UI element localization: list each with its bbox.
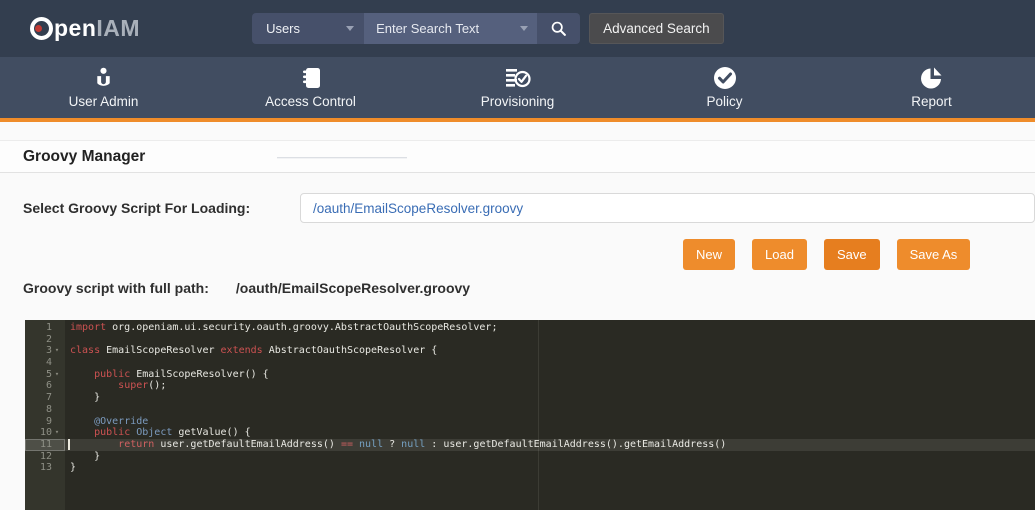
code-line-9[interactable]: 9 @Override (25, 416, 1035, 428)
editor-lines: 1import org.openiam.ui.security.oauth.gr… (25, 320, 1035, 474)
binder-icon (299, 66, 323, 90)
search-icon (550, 20, 567, 37)
line-number: 6 (25, 380, 65, 392)
code-fold-icon[interactable]: ▾ (52, 345, 62, 357)
code-line-1[interactable]: 1import org.openiam.ui.security.oauth.gr… (25, 322, 1035, 334)
code-text: import org.openiam.ui.security.oauth.gro… (65, 322, 497, 334)
nav-item-label: Policy (706, 94, 742, 109)
line-number: 13 (25, 462, 65, 474)
code-text: public EmailScopeResolver() { (65, 369, 269, 381)
script-path-input[interactable] (300, 193, 1035, 223)
search-input-wrap (364, 13, 537, 44)
code-line-13[interactable]: 13} (25, 462, 1035, 474)
text-cursor (68, 439, 70, 450)
line-number: 5▾ (25, 369, 65, 381)
code-line-12[interactable]: 12 } (25, 451, 1035, 463)
pie-chart-icon (920, 66, 944, 90)
code-line-5[interactable]: 5▾ public EmailScopeResolver() { (25, 369, 1035, 381)
nav-item-report[interactable]: Report (828, 57, 1035, 118)
full-path-row: Groovy script with full path: /oauth/Ema… (23, 280, 470, 296)
advanced-search-button[interactable]: Advanced Search (589, 13, 724, 44)
nav-item-label: Report (911, 94, 952, 109)
search-category-select[interactable]: Users (252, 13, 364, 44)
code-line-7[interactable]: 7 } (25, 392, 1035, 404)
nav-item-provisioning[interactable]: Provisioning (414, 57, 621, 118)
code-line-4[interactable]: 4 (25, 357, 1035, 369)
line-number: 12 (25, 451, 65, 463)
openiam-logo[interactable]: penIAM (30, 15, 140, 42)
title-band: Groovy Manager (0, 140, 1035, 173)
user-icon (93, 66, 114, 90)
code-fold-icon[interactable]: ▾ (52, 369, 62, 381)
nav-item-access-control[interactable]: Access Control (207, 57, 414, 118)
line-number: 9 (25, 416, 65, 428)
line-number: 1 (25, 322, 65, 334)
code-text (65, 357, 70, 369)
code-text: class EmailScopeResolver extends Abstrac… (65, 345, 437, 357)
code-text (65, 334, 70, 346)
chevron-down-icon[interactable] (520, 26, 528, 31)
select-script-label: Select Groovy Script For Loading: (23, 200, 250, 216)
code-text: @Override (65, 416, 148, 428)
main-nav: User Admin Access Control Provisioning Poli… (0, 57, 1035, 122)
nav-item-user-admin[interactable]: User Admin (0, 57, 207, 118)
groovy-code-editor[interactable]: 1import org.openiam.ui.security.oauth.gr… (25, 320, 1035, 510)
logo-text: penIAM (54, 15, 140, 42)
full-path-value: /oauth/EmailScopeResolver.groovy (236, 280, 470, 296)
line-number: 8 (25, 404, 65, 416)
code-text: } (65, 451, 100, 463)
code-line-6[interactable]: 6 super(); (25, 380, 1035, 392)
line-number: 11 (25, 439, 65, 451)
code-text (65, 404, 70, 416)
global-search-group: Users (252, 13, 580, 44)
save-as-button[interactable]: Save As (897, 239, 971, 270)
code-line-10[interactable]: 10▾ public Object getValue() { (25, 427, 1035, 439)
nav-item-label: Provisioning (481, 94, 555, 109)
code-text: } (65, 392, 100, 404)
line-number: 4 (25, 357, 65, 369)
list-check-icon (505, 66, 531, 90)
script-actions: New Load Save Save As (683, 239, 970, 270)
line-number: 2 (25, 334, 65, 346)
code-text: public Object getValue() { (65, 427, 251, 439)
top-bar: penIAM Users Advanced Search (0, 0, 1035, 57)
full-path-label: Groovy script with full path: (23, 280, 209, 296)
check-circle-icon (713, 66, 737, 90)
search-input[interactable] (376, 21, 496, 36)
code-line-2[interactable]: 2 (25, 334, 1035, 346)
line-number: 10▾ (25, 427, 65, 439)
search-button[interactable] (537, 13, 580, 44)
title-divider (277, 157, 407, 159)
load-button[interactable]: Load (752, 239, 807, 270)
line-number: 3▾ (25, 345, 65, 357)
nav-item-label: User Admin (69, 94, 139, 109)
new-button[interactable]: New (683, 239, 735, 270)
code-text: } (65, 462, 76, 474)
active-line-highlight (65, 439, 1035, 451)
code-text: super(); (65, 380, 166, 392)
code-line-11[interactable]: 11 return user.getDefaultEmailAddress() … (25, 439, 1035, 451)
nav-item-policy[interactable]: Policy (621, 57, 828, 118)
chevron-down-icon (346, 26, 354, 31)
line-number: 7 (25, 392, 65, 404)
code-line-8[interactable]: 8 (25, 404, 1035, 416)
search-category-value: Users (266, 21, 300, 36)
code-fold-icon[interactable]: ▾ (52, 427, 62, 439)
page-title: Groovy Manager (23, 141, 145, 172)
nav-item-label: Access Control (265, 94, 356, 109)
code-line-3[interactable]: 3▾class EmailScopeResolver extends Abstr… (25, 345, 1035, 357)
save-button[interactable]: Save (824, 239, 880, 270)
logo-o-icon (30, 17, 53, 40)
